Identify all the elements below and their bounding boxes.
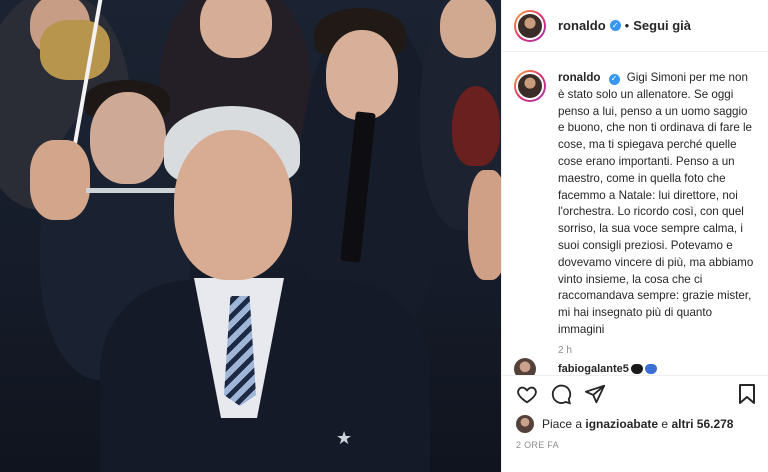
caption-username[interactable]: ronaldo xyxy=(558,71,601,84)
musician-face xyxy=(90,92,166,184)
comments-panel[interactable]: ronaldo ✓ Gigi Simoni per me non è stato … xyxy=(502,53,768,375)
likes-prefix: Piace a xyxy=(542,417,583,431)
actions-bar: Piace a ignazioabate e altri 56.278 2 OR… xyxy=(502,375,768,471)
musician-face xyxy=(200,0,272,58)
post-header: ronaldo ✓ • Segui già xyxy=(502,0,768,52)
conductor-face xyxy=(174,130,292,280)
verified-badge-icon: ✓ xyxy=(609,20,621,31)
avatar-image xyxy=(516,72,544,100)
likes-summary: Piace a ignazioabate e altri 56.278 xyxy=(516,415,733,433)
header-username[interactable]: ronaldo xyxy=(558,18,606,33)
avatar[interactable] xyxy=(514,9,546,42)
liker-username[interactable]: ignazioabate xyxy=(585,417,658,431)
raised-hand xyxy=(30,140,90,220)
post-sidebar: ronaldo ✓ • Segui già ronaldo ✓ Gigi Simo… xyxy=(501,0,768,472)
share-icon[interactable] xyxy=(584,383,606,410)
comment-icon[interactable] xyxy=(550,383,572,410)
caption-timestamp[interactable]: 2 h xyxy=(558,345,757,356)
likes-middle: e xyxy=(661,417,669,431)
verified-badge-icon: ✓ xyxy=(608,73,620,85)
likes-count[interactable]: altri 56.278 xyxy=(671,417,733,431)
caption-body: Gigi Simoni per me non è stato solo un a… xyxy=(558,71,754,336)
caption-avatar[interactable] xyxy=(514,70,546,102)
caption-row: ronaldo ✓ Gigi Simoni per me non è stato … xyxy=(514,70,757,339)
post-date: 2 ORE FA xyxy=(516,440,559,450)
musician-face xyxy=(326,30,398,120)
raised-hand-right xyxy=(468,170,501,280)
commenter-avatar[interactable] xyxy=(514,358,536,375)
action-icons xyxy=(516,383,606,410)
badge-star: ★ xyxy=(336,428,353,449)
follow-button[interactable]: Segui già xyxy=(633,18,691,33)
held-flute xyxy=(86,188,176,193)
heart-icon[interactable] xyxy=(516,383,538,410)
violin xyxy=(452,86,500,166)
caption-text: ronaldo ✓ Gigi Simoni per me non è stato … xyxy=(558,70,757,339)
trumpet xyxy=(40,20,110,80)
header-separator: • xyxy=(624,18,630,33)
post-photo[interactable]: ★ xyxy=(0,0,501,472)
black-heart-emoji-icon xyxy=(630,364,643,374)
comment-preview: fabiogalante5 xyxy=(514,358,657,375)
bookmark-icon[interactable] xyxy=(737,383,757,410)
avatar-image xyxy=(516,11,544,40)
liker-avatar[interactable] xyxy=(516,415,534,433)
musician-face xyxy=(440,0,496,58)
commenter-username[interactable]: fabiogalante5 xyxy=(558,363,629,375)
blue-heart-emoji-icon xyxy=(644,364,657,374)
